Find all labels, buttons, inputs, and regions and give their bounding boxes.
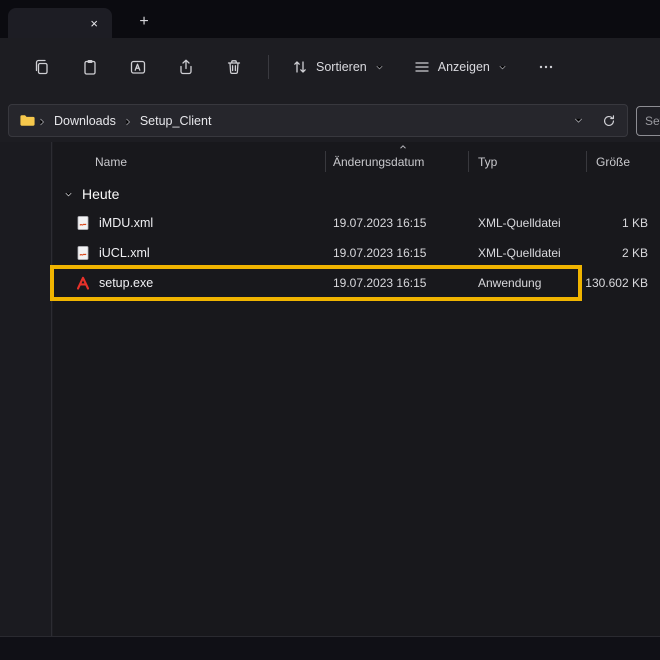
delete-button[interactable]	[216, 49, 252, 85]
column-divider[interactable]	[468, 151, 469, 172]
chevron-down-icon	[497, 62, 508, 73]
column-header-row: Name Änderungsdatum Typ Größe	[53, 148, 660, 176]
group-label: Heute	[82, 186, 119, 202]
file-row-setup-exe[interactable]: setup.exe 19.07.2023 16:15 Anwendung 130…	[53, 268, 660, 298]
search-input[interactable]: Set	[636, 106, 660, 136]
sort-label: Sortieren	[316, 60, 367, 74]
tab-close-icon[interactable]: ×	[86, 15, 102, 32]
file-size: 1 KB	[523, 216, 648, 230]
copy-icon	[33, 58, 51, 76]
sort-icon	[291, 58, 309, 76]
address-bar[interactable]: Downloads Setup_Client	[8, 104, 628, 137]
column-header-date[interactable]: Änderungsdatum	[333, 155, 424, 169]
breadcrumb-downloads[interactable]: Downloads	[48, 111, 122, 131]
breadcrumb-chevron-icon	[36, 115, 48, 127]
toolbar-divider	[268, 55, 269, 79]
explorer-tab[interactable]: ×	[8, 8, 112, 38]
xml-file-icon	[75, 245, 91, 261]
breadcrumb-chevron-icon	[122, 115, 134, 127]
more-options-button[interactable]	[528, 49, 564, 85]
column-divider[interactable]	[586, 151, 587, 172]
explorer-window: × +	[0, 0, 660, 660]
command-bar: Sortieren Anzeigen	[0, 38, 660, 96]
rename-button[interactable]	[120, 49, 156, 85]
folder-icon	[19, 112, 36, 129]
chevron-down-icon	[374, 62, 385, 73]
column-header-size[interactable]: Größe	[596, 155, 630, 169]
tab-strip: × +	[0, 0, 660, 38]
search-text: Set	[645, 114, 660, 128]
paste-button[interactable]	[72, 49, 108, 85]
group-header-heute[interactable]: Heute	[53, 180, 119, 208]
column-header-name[interactable]: Name	[95, 155, 127, 169]
file-row-imdu[interactable]: iMDU.xml 19.07.2023 16:15 XML-Quelldatei…	[53, 208, 660, 238]
address-dropdown-icon[interactable]	[572, 114, 585, 127]
navigation-pane	[0, 142, 52, 636]
file-size: 2 KB	[523, 246, 648, 260]
share-button[interactable]	[168, 49, 204, 85]
chevron-down-icon	[63, 189, 74, 200]
xml-file-icon	[75, 215, 91, 231]
address-row: Downloads Setup_Client Set	[0, 102, 660, 142]
column-divider[interactable]	[325, 151, 326, 172]
file-date: 19.07.2023 16:15	[333, 216, 426, 230]
share-icon	[177, 58, 195, 76]
more-icon	[537, 58, 555, 76]
file-row-iucl[interactable]: iUCL.xml 19.07.2023 16:15 XML-Quelldatei…	[53, 238, 660, 268]
file-name: setup.exe	[99, 276, 153, 290]
new-tab-button[interactable]: +	[132, 10, 156, 34]
rename-icon	[129, 58, 147, 76]
file-list-pane: Name Änderungsdatum Typ Größe Heute iMDU…	[53, 142, 660, 636]
file-date: 19.07.2023 16:15	[333, 246, 426, 260]
file-size: 130.602 KB	[523, 276, 648, 290]
view-icon	[413, 58, 431, 76]
file-name: iMDU.xml	[99, 216, 153, 230]
view-button[interactable]: Anzeigen	[405, 49, 516, 85]
view-label: Anzeigen	[438, 60, 490, 74]
sort-button[interactable]: Sortieren	[283, 49, 393, 85]
copy-button[interactable]	[24, 49, 60, 85]
trash-icon	[225, 58, 243, 76]
paste-icon	[81, 58, 99, 76]
breadcrumb-setup-client[interactable]: Setup_Client	[134, 111, 218, 131]
file-date: 19.07.2023 16:15	[333, 276, 426, 290]
column-header-type[interactable]: Typ	[478, 155, 497, 169]
sort-ascending-icon	[398, 142, 408, 152]
file-name: iUCL.xml	[99, 246, 150, 260]
status-bar-area	[0, 636, 660, 660]
exe-app-icon	[75, 275, 91, 291]
refresh-icon[interactable]	[601, 113, 617, 129]
